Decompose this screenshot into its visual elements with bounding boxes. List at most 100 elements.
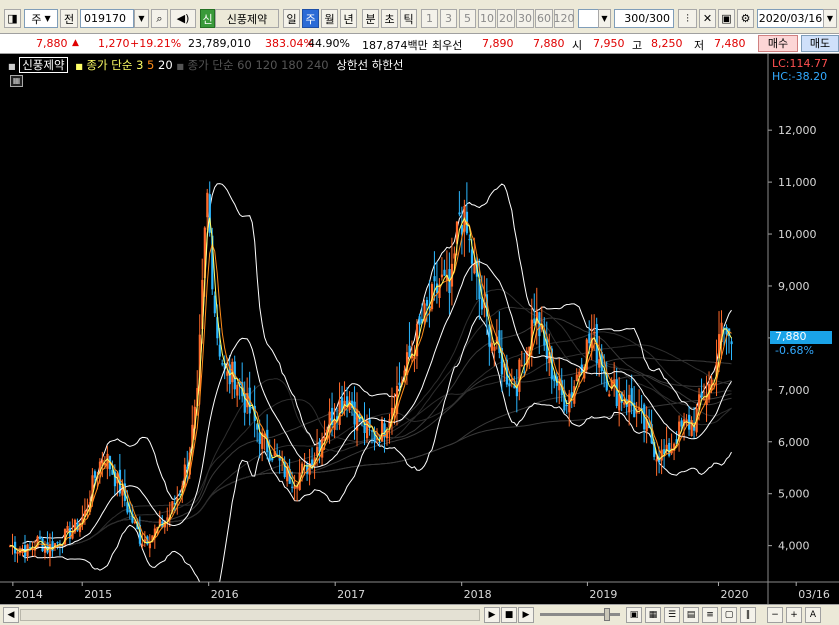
legend-dim-ma: 종가 단순 60 120 180 240	[187, 58, 329, 72]
ma-5-line	[9, 220, 732, 553]
scrollbar-track[interactable]	[20, 609, 480, 621]
ma-faint-line	[34, 306, 732, 550]
date-input[interactable]: 2020/03/16	[757, 9, 824, 28]
candle-body	[316, 446, 319, 456]
interval-1[interactable]: 1	[421, 9, 438, 28]
code-input[interactable]: 019170	[80, 9, 134, 28]
current-pct-label: -0.68%	[775, 344, 814, 357]
sell-button[interactable]: 매도	[801, 35, 839, 52]
candle-body	[141, 544, 144, 546]
zoom-thumb[interactable]	[604, 608, 610, 621]
x-tick-label: 2015	[84, 588, 112, 601]
high-price: 8,250	[651, 37, 683, 50]
code-dropdown-icon[interactable]: ▼	[134, 9, 149, 28]
period-month[interactable]: 월	[321, 9, 338, 28]
candle-body	[398, 382, 401, 386]
candle-body	[371, 430, 374, 432]
buy-button[interactable]: 매수	[758, 35, 798, 52]
candle-body	[418, 316, 421, 325]
period-year[interactable]: 년	[340, 9, 357, 28]
candle-body	[106, 453, 109, 469]
y-tick-label: 12,000	[778, 124, 817, 137]
price-change: 1,270	[98, 37, 130, 50]
fit-icon[interactable]: ▣	[626, 607, 642, 623]
candle-icon[interactable]: ⫶	[678, 9, 697, 28]
candle-body	[443, 269, 446, 276]
candle-body	[628, 394, 631, 413]
volume: 23,789,010	[188, 37, 251, 50]
candle-body	[236, 384, 239, 396]
prev-button[interactable]: 전	[60, 9, 78, 28]
candle-body	[565, 405, 568, 407]
speaker-icon[interactable]: ◀)	[170, 9, 196, 28]
candle-body	[533, 318, 536, 324]
period-second[interactable]: 초	[381, 9, 398, 28]
candle-body	[380, 419, 384, 442]
candle-body	[615, 379, 618, 406]
hc-label: HC:-38.20	[772, 70, 828, 83]
candle-body	[258, 432, 261, 444]
save-icon[interactable]: ▣	[718, 9, 735, 28]
search-icon[interactable]: ⌕	[151, 9, 168, 28]
open-label: 시	[572, 39, 583, 52]
legend-ma-20: 20	[158, 58, 173, 72]
candle-body	[593, 332, 596, 334]
period-day[interactable]: 일	[283, 9, 300, 28]
candle-body	[408, 345, 411, 358]
crosshair-icon[interactable]: ✕	[699, 9, 716, 28]
candle-body	[458, 212, 461, 215]
stop-button[interactable]: ■	[501, 607, 517, 623]
legend-box-icon: ■	[8, 62, 16, 71]
interval-20[interactable]: 20	[497, 9, 515, 28]
auto-scale-button[interactable]: A	[805, 607, 821, 623]
play-button[interactable]: ▶	[518, 607, 534, 623]
candle-body	[93, 471, 97, 478]
interval-10[interactable]: 10	[478, 9, 496, 28]
candle-body	[518, 359, 521, 392]
price-chart[interactable]: 4,0005,0006,0007,0008,0009,00010,00011,0…	[0, 54, 839, 604]
interval-3[interactable]: 3	[440, 9, 457, 28]
scroll-left-button[interactable]: ◀	[3, 607, 19, 623]
stack-icon[interactable]: ≡	[702, 607, 718, 623]
period-week[interactable]: 주	[302, 9, 319, 28]
period-tick[interactable]: 틱	[400, 9, 417, 28]
zoom-out-button[interactable]: −	[767, 607, 783, 623]
layout-icon[interactable]: ◨	[4, 9, 21, 28]
interval-120[interactable]: 120	[554, 9, 575, 28]
candle-body	[608, 394, 611, 397]
lc-label: LC:114.77	[772, 57, 829, 70]
table-icon[interactable]: ▦	[645, 607, 661, 623]
list-icon[interactable]: ☰	[664, 607, 680, 623]
pause-icon[interactable]: ‖	[740, 607, 756, 623]
candle-body	[291, 486, 294, 488]
gear-icon[interactable]: ⚙	[737, 9, 754, 28]
current-price-label: 7,880	[775, 330, 807, 343]
candle-body	[468, 239, 471, 241]
x-tick-label: 2019	[589, 588, 617, 601]
zoom-in-button[interactable]: +	[786, 607, 802, 623]
lower-band-line	[22, 314, 732, 583]
period-minute[interactable]: 분	[362, 9, 379, 28]
window-icon[interactable]: ▢	[721, 607, 737, 623]
candle-body	[575, 374, 578, 381]
chevron-down-icon: ▼	[44, 14, 51, 23]
candle-body	[588, 333, 591, 344]
y-tick-label: 6,000	[778, 436, 810, 449]
interval-dropdown-icon[interactable]: ▼	[598, 9, 611, 28]
interval-5[interactable]: 5	[459, 9, 476, 28]
legend-lower: 하한선	[371, 58, 404, 72]
market-select[interactable]: 주 ▼	[24, 9, 58, 28]
x-tick-label: 2017	[337, 588, 365, 601]
chart-menu-icon[interactable]: ▦	[10, 75, 23, 87]
y-tick-label: 9,000	[778, 280, 810, 293]
calendar-icon[interactable]: ▼	[823, 9, 837, 28]
scroll-right-button[interactable]: ▶	[484, 607, 500, 623]
count-input[interactable]: 300/300	[614, 9, 674, 28]
interval-60[interactable]: 60	[535, 9, 553, 28]
candle-body	[623, 402, 626, 405]
legend-stock-name: 신풍제약	[19, 57, 68, 73]
grid-icon[interactable]: ▤	[683, 607, 699, 623]
candle-body	[278, 457, 281, 461]
legend-ma-5: 5	[147, 58, 155, 72]
interval-30[interactable]: 30	[516, 9, 534, 28]
